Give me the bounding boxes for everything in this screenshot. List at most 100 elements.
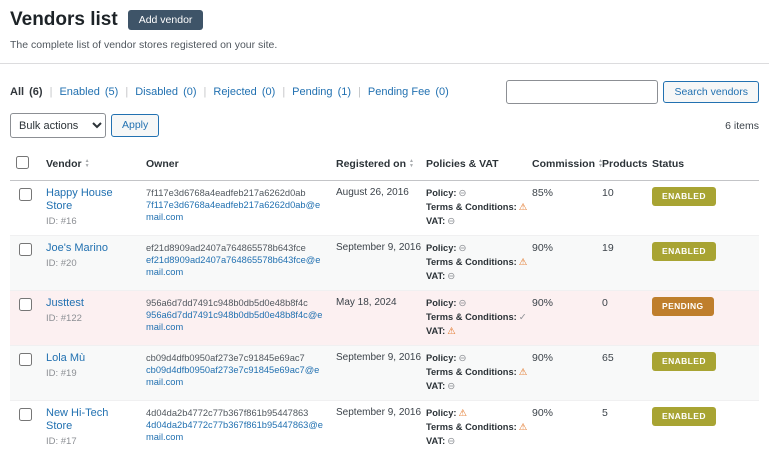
policy-label: Policy: — [426, 188, 457, 198]
vendor-cell: New Hi-Tech Store ID: #17 — [40, 400, 140, 452]
search-vendors-button[interactable]: Search vendors — [663, 80, 759, 104]
column-header-status: Status — [652, 157, 685, 170]
search-box: Search vendors — [506, 80, 759, 104]
terms-label: Terms & Conditions: — [426, 257, 517, 267]
vendor-name-link[interactable]: New Hi-Tech Store — [46, 407, 134, 433]
terms-status-icon: ✓ — [518, 312, 527, 323]
vendor-name-link[interactable]: Justtest — [46, 297, 84, 310]
status-badge: ENABLED — [652, 352, 716, 371]
bulk-actions-select[interactable]: Bulk actions — [10, 113, 106, 138]
owner-email-link[interactable]: 7f117e3d6768a4eadfeb217a6262d0ab@email.c… — [146, 199, 324, 223]
tab-pending-fee-link[interactable]: Pending Fee (0) — [368, 86, 449, 98]
table-body: Happy House Store ID: #16 7f117e3d6768a4… — [10, 180, 759, 452]
commission-value: 85% — [526, 180, 596, 236]
terms-status-icon: ⚠ — [518, 202, 528, 213]
registered-on: September 9, 2016 — [330, 345, 421, 401]
search-input[interactable] — [506, 80, 659, 104]
vat-label: VAT: — [426, 381, 446, 391]
vat-status-icon: ⊖ — [447, 436, 456, 447]
owner-name: 956a6d7dd7491c948b0db5d0e48b8f4c — [146, 298, 308, 308]
sort-icon: ▲ ▼ — [84, 158, 90, 169]
commission-value: 90% — [526, 235, 596, 291]
vendor-cell: Justtest ID: #122 — [40, 290, 140, 346]
vendor-name-link[interactable]: Happy House Store — [46, 187, 134, 213]
tab-label: Pending Fee — [367, 86, 431, 98]
table-header: Vendor ▲ ▼ Owner Registered on ▲ ▼ Policies … — [10, 147, 759, 181]
vat-status-icon: ⊖ — [447, 216, 456, 227]
policy-status-icon: ⊖ — [458, 243, 467, 254]
filters-row: All (6) Enabled (5) Disabled (0) Rejecte… — [10, 80, 759, 104]
tab-label: Pending — [292, 86, 333, 98]
tab-count: (0) — [435, 86, 449, 98]
vat-label: VAT: — [426, 216, 446, 226]
vat-status-icon: ⚠ — [447, 326, 456, 337]
vat-label: VAT: — [426, 436, 446, 446]
registered-on: September 9, 2016 — [330, 235, 421, 291]
table-row: Lola Mù ID: #19 cb09d4dfb0950af273e7c918… — [10, 345, 759, 401]
owner-email-link[interactable]: cb09d4dfb0950af273e7c91845e69ac7@email.c… — [146, 364, 324, 388]
tab-label: Disabled — [135, 86, 178, 98]
select-row-checkbox[interactable] — [18, 298, 32, 311]
owner-email-link[interactable]: 956a6d7dd7491c948b0db5d0e48b8f4c@email.c… — [146, 309, 324, 333]
owner-name: 4d04da2b4772c77b367f861b95447863 — [146, 408, 309, 418]
owner-name: 7f117e3d6768a4eadfeb217a6262d0ab — [146, 188, 306, 198]
column-label: Registered on — [336, 157, 407, 170]
apply-button[interactable]: Apply — [111, 114, 160, 137]
vendor-name-link[interactable]: Lola Mù — [46, 352, 85, 365]
owner-email-link[interactable]: 4d04da2b4772c77b367f861b95447863@email.c… — [146, 419, 324, 443]
page-title: Vendors list — [10, 9, 118, 30]
select-row-checkbox[interactable] — [18, 353, 32, 366]
sort-icon: ▲ ▼ — [409, 158, 414, 169]
status-cell: ENABLED — [646, 235, 759, 291]
vat-status-icon: ⊖ — [447, 381, 456, 392]
page-subtitle: The complete list of vendor stores regis… — [10, 39, 278, 51]
owner-cell: cb09d4dfb0950af273e7c91845e69ac7 cb09d4d… — [140, 345, 330, 401]
column-header-policies-vat: Policies & VAT — [426, 157, 499, 170]
tab-disabled: Disabled (0) — [118, 86, 196, 98]
owner-name: ef21d8909ad2407a764865578b643fce — [146, 243, 306, 253]
table-row: Happy House Store ID: #16 7f117e3d6768a4… — [10, 180, 759, 236]
column-header-commission[interactable]: Commission ▲ ▼ — [532, 158, 603, 170]
products-count: 5 — [596, 400, 646, 452]
tab-rejected-link[interactable]: Rejected (0) — [213, 86, 275, 98]
vendor-cell: Joe's Marino ID: #20 — [40, 235, 140, 291]
tab-rejected: Rejected (0) — [197, 86, 275, 98]
terms-label: Terms & Conditions: — [426, 422, 517, 432]
policy-status-icon: ⚠ — [458, 408, 468, 419]
add-vendor-button[interactable]: Add vendor — [127, 9, 204, 31]
bulk-actions-controls: Bulk actions Apply — [10, 113, 160, 138]
policy-label: Policy: — [426, 353, 457, 363]
owner-cell: 4d04da2b4772c77b367f861b95447863 4d04da2… — [140, 400, 330, 452]
select-row-checkbox[interactable] — [18, 408, 32, 421]
select-row-checkbox[interactable] — [18, 188, 32, 201]
vendor-name-link[interactable]: Joe's Marino — [46, 242, 108, 255]
terms-label: Terms & Conditions: — [426, 367, 517, 377]
products-count: 10 — [596, 180, 646, 236]
select-all-checkbox[interactable] — [16, 156, 29, 169]
vendor-id: ID: #19 — [46, 368, 77, 379]
tab-disabled-link[interactable]: Disabled (0) — [135, 86, 196, 98]
column-header-vendor[interactable]: Vendor ▲ ▼ — [46, 158, 90, 170]
vendor-cell: Lola Mù ID: #19 — [40, 345, 140, 401]
select-row-checkbox[interactable] — [18, 243, 32, 256]
vendor-cell: Happy House Store ID: #16 — [40, 180, 140, 236]
tab-label: All — [10, 86, 25, 98]
tab-count: (0) — [183, 86, 197, 98]
page-header: Vendors list Add vendor — [10, 8, 759, 32]
vendor-id: ID: #16 — [46, 216, 77, 227]
column-header-registered-on[interactable]: Registered on ▲ ▼ — [336, 158, 414, 170]
vat-label: VAT: — [426, 326, 446, 336]
tab-all-link[interactable]: All (6) — [10, 86, 43, 98]
status-cell: ENABLED — [646, 345, 759, 401]
vendor-id: ID: #122 — [46, 313, 82, 324]
tab-count: (5) — [104, 86, 119, 98]
products-count: 19 — [596, 235, 646, 291]
policies-vat-cell: Policy: ⊖ Terms & Conditions: ⚠ VAT: ⊖ — [420, 345, 527, 401]
tab-enabled-link[interactable]: Enabled (5) — [59, 86, 118, 98]
bulk-actions-row: Bulk actions Apply 6 items — [10, 113, 759, 138]
owner-email-link[interactable]: ef21d8909ad2407a764865578b643fce@email.c… — [146, 254, 324, 278]
tab-pending-link[interactable]: Pending (1) — [292, 86, 351, 98]
status-badge: ENABLED — [652, 407, 716, 426]
policies-vat-cell: Policy: ⊖ Terms & Conditions: ⚠ VAT: ⊖ — [420, 180, 528, 236]
table-row: Justtest ID: #122 956a6d7dd7491c948b0db5… — [10, 290, 759, 346]
